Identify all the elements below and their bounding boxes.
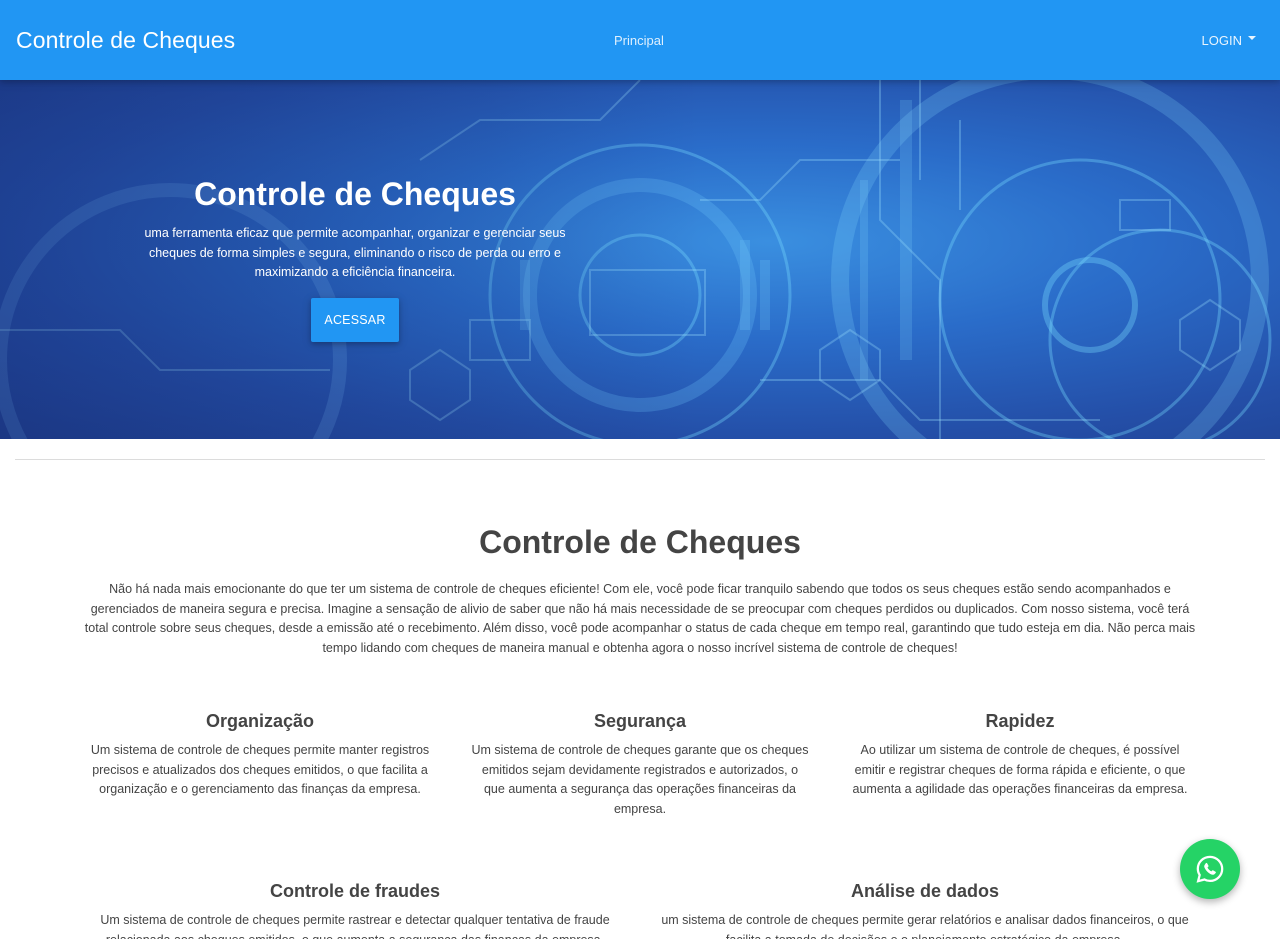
feature-title: Controle de fraudes [269,881,441,901]
about-title: Controle de Cheques [479,524,801,560]
top-navbar: Controle de Cheques Principal LOGIN [0,0,1280,80]
feature-text: Um sistema de controle de cheques garant… [471,743,809,816]
hero-banner: Controle de Cheques uma ferramenta efica… [0,80,1280,439]
feature-text: Ao utilizar um sistema de controle de ch… [852,743,1188,796]
login-label: LOGIN [1201,33,1242,48]
feature-title: Segurança [593,711,687,731]
about-description: Não há nada mais emocionante do que ter … [84,582,1196,655]
hero-title: Controle de Cheques [194,176,516,212]
feature-text: Um sistema de controle de cheques permit… [90,743,430,796]
feature-rapidez: Rapidez Ao utilizar um sistema de contro… [850,711,1190,800]
section-divider [15,459,1265,460]
feature-title: Análise de dados [850,881,1000,901]
feature-text: Um sistema de controle de cheques permit… [100,913,610,939]
login-dropdown[interactable]: LOGIN [1202,33,1256,48]
hero-description: uma ferramenta eficaz que permite acompa… [144,226,566,279]
feature-analise-de-dados: Análise de dados um sistema de controle … [660,881,1190,939]
feature-title: Organização [205,711,315,731]
feature-text: um sistema de controle de cheques permit… [661,913,1189,939]
feature-seguranca: Segurança Um sistema de controle de cheq… [470,711,810,819]
whatsapp-button[interactable] [1180,839,1240,899]
nav-link-principal[interactable]: Principal [614,33,664,48]
caret-down-icon [1248,35,1256,40]
whatsapp-icon [1196,855,1224,883]
feature-controle-de-fraudes: Controle de fraudes Um sistema de contro… [95,881,615,939]
acessar-button[interactable]: ACESSAR [311,298,399,342]
brand-logo-text[interactable]: Controle de Cheques [16,27,235,54]
feature-title: Rapidez [985,711,1055,731]
feature-organizacao: Organização Um sistema de controle de ch… [90,711,430,800]
